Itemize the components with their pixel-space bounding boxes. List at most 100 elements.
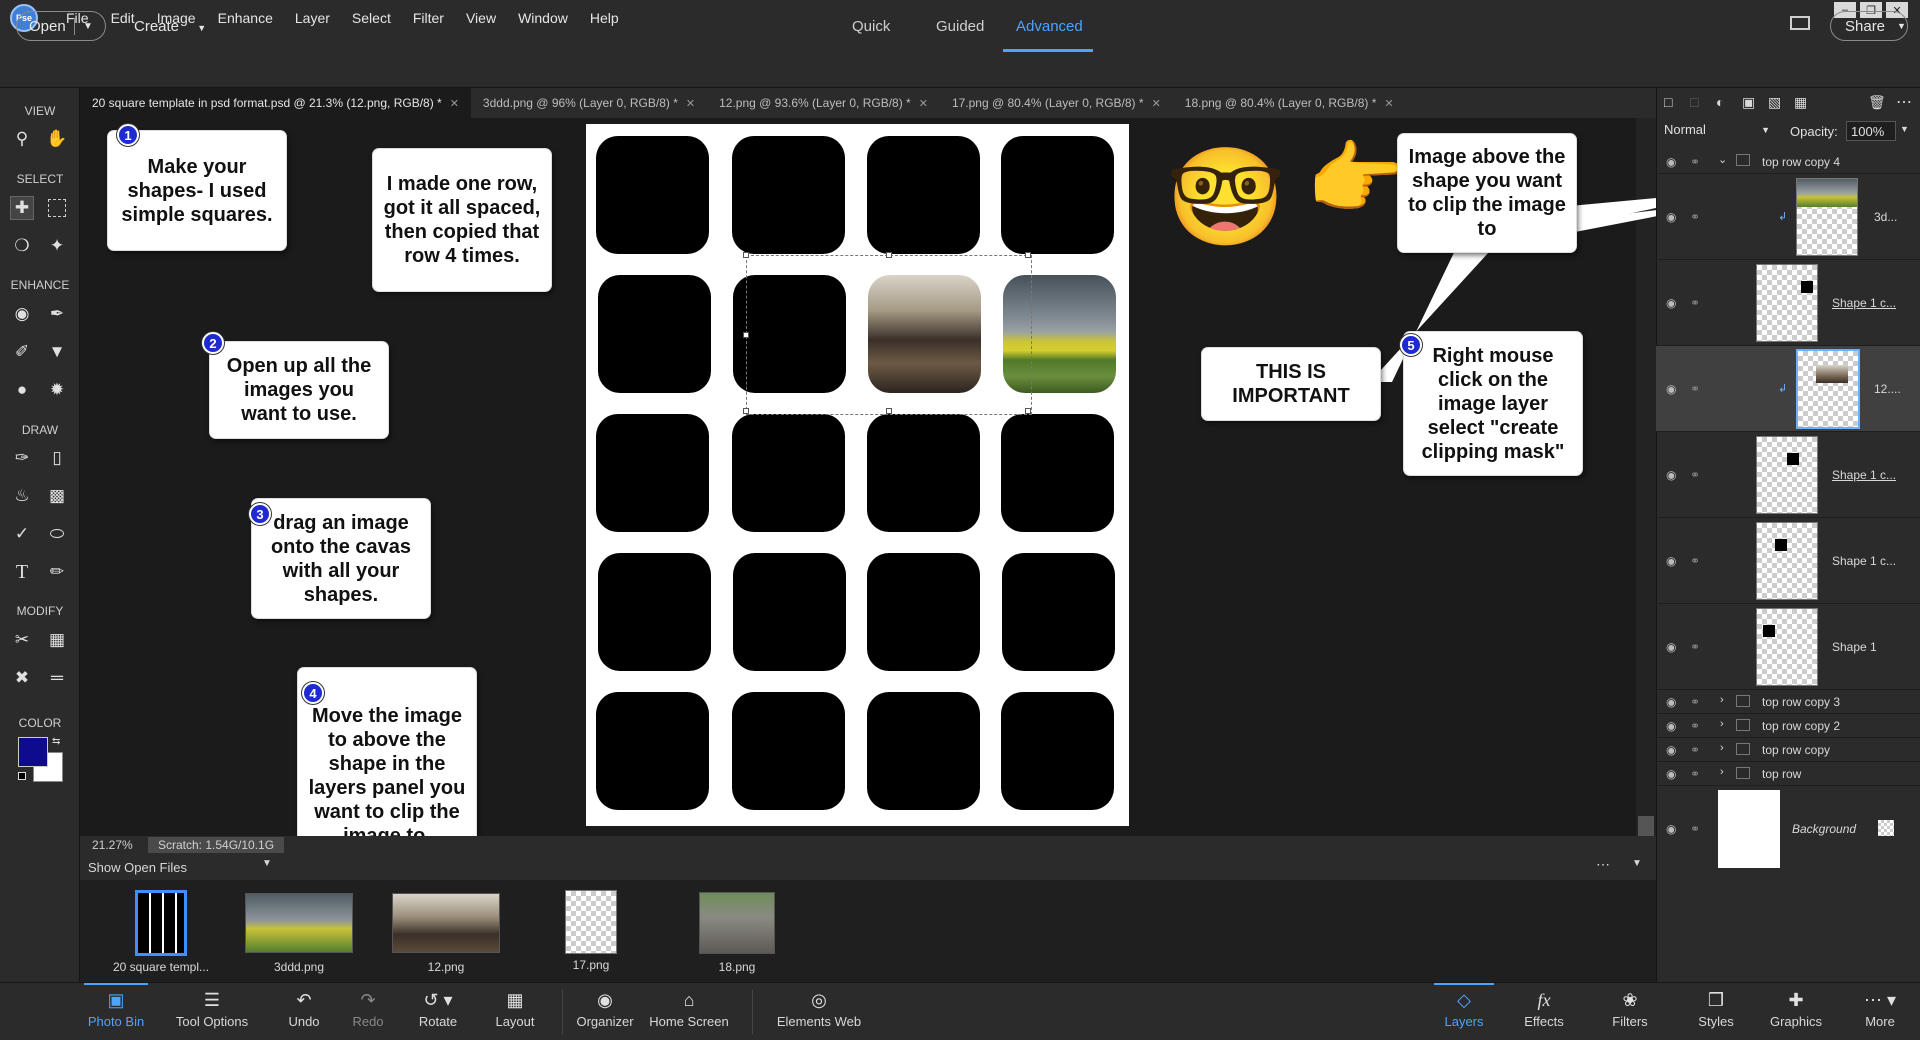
layer-row[interactable]: ◉ ⚭ Shape 1 c...: [1656, 518, 1920, 604]
eye-icon[interactable]: ◉: [1666, 822, 1676, 836]
share-button[interactable]: Share ▼: [1830, 11, 1908, 41]
gradient-tool-icon[interactable]: ▩: [45, 484, 69, 508]
eye-tool-icon[interactable]: ◉: [10, 302, 34, 326]
elements-web-button[interactable]: ◎ Elements Web: [772, 990, 866, 1029]
straighten-tool-icon[interactable]: ═: [45, 666, 69, 690]
marquee-tool-icon[interactable]: [48, 199, 66, 217]
square-shape[interactable]: [867, 136, 980, 254]
more-button[interactable]: ⋯ ▾ More: [1850, 990, 1910, 1029]
undo-button[interactable]: ↶ Undo: [280, 990, 328, 1029]
link-icon[interactable]: ⚭: [1690, 554, 1700, 568]
transform-handle[interactable]: [743, 408, 749, 414]
layer-row[interactable]: ◉ ⚭ Shape 1 c...: [1656, 260, 1920, 346]
scrollbar-thumb[interactable]: [1638, 816, 1654, 836]
trash-icon[interactable]: 🗑: [1868, 94, 1886, 111]
layer-row[interactable]: ◉ ⚭ ↲ 3d...: [1656, 174, 1920, 260]
foreground-color-swatch[interactable]: [18, 737, 48, 767]
square-shape[interactable]: [1001, 414, 1114, 532]
close-icon[interactable]: ✕: [1384, 97, 1393, 110]
eye-icon[interactable]: ◉: [1666, 155, 1676, 169]
chevron-right-icon[interactable]: ›: [1720, 742, 1724, 754]
lock-transparency-icon[interactable]: [1878, 820, 1894, 836]
eye-icon[interactable]: ◉: [1666, 382, 1676, 396]
square-shape[interactable]: [732, 136, 845, 254]
chevron-down-icon[interactable]: ▼: [75, 21, 93, 32]
link-icon[interactable]: ⚭: [1690, 155, 1700, 169]
layer-row-selected[interactable]: ◉ ⚭ ↲ 12....: [1656, 346, 1920, 432]
square-shape[interactable]: [596, 136, 709, 254]
magic-wand-tool-icon[interactable]: ✦: [45, 234, 69, 258]
menu-enhance[interactable]: Enhance: [218, 10, 273, 26]
rotate-button[interactable]: ↺ ▾ Rotate: [408, 990, 468, 1029]
eye-icon[interactable]: ◉: [1666, 468, 1676, 482]
chevron-down-icon[interactable]: ⌄: [1718, 153, 1727, 166]
brush-tool-icon[interactable]: ✑: [10, 446, 34, 470]
eye-icon[interactable]: ◉: [1666, 743, 1676, 757]
link-icon[interactable]: ⚭: [1690, 822, 1700, 836]
mask-icon[interactable]: ▣: [1742, 94, 1755, 111]
lock-all-icon[interactable]: ▦: [1794, 94, 1807, 111]
menu-edit[interactable]: Edit: [111, 10, 135, 26]
link-icon[interactable]: ⚭: [1690, 640, 1700, 654]
square-shape[interactable]: [733, 553, 846, 671]
transform-handle[interactable]: [743, 252, 749, 258]
transform-bounding-box[interactable]: [743, 252, 1032, 415]
open-button[interactable]: Open ▼: [16, 11, 106, 41]
square-shape[interactable]: [1002, 553, 1115, 671]
layers-button[interactable]: ◇ Layers: [1434, 990, 1494, 1029]
home-screen-button[interactable]: ⌂ Home Screen: [648, 990, 730, 1029]
doc-tab[interactable]: 12.png @ 93.6% (Layer 0, RGB/8) * ✕: [707, 88, 940, 118]
new-layer-icon[interactable]: □: [1664, 94, 1672, 110]
move-tool-icon[interactable]: ✚: [10, 196, 34, 220]
doc-tab[interactable]: 18.png @ 80.4% (Layer 0, RGB/8) * ✕: [1173, 88, 1406, 118]
create-button[interactable]: Create ▼: [134, 18, 206, 35]
lasso-tool-icon[interactable]: ❍: [10, 234, 34, 258]
chevron-right-icon[interactable]: ›: [1720, 694, 1724, 706]
blur-tool-icon[interactable]: ●: [10, 378, 34, 402]
adjustment-layer-icon[interactable]: ◐: [1716, 94, 1724, 110]
eye-icon[interactable]: ◉: [1666, 554, 1676, 568]
eye-icon[interactable]: ◉: [1666, 210, 1676, 224]
doc-tab[interactable]: 17.png @ 80.4% (Layer 0, RGB/8) * ✕: [940, 88, 1173, 118]
bin-thumbnail[interactable]: 20 square templ...: [96, 890, 226, 974]
doc-tab[interactable]: 20 square template in psd format.psd @ 2…: [80, 88, 471, 118]
styles-button[interactable]: ❒ Styles: [1686, 990, 1746, 1029]
eyedropper-tool-icon[interactable]: ✓: [10, 522, 34, 546]
square-shape[interactable]: [1001, 692, 1114, 810]
document-canvas[interactable]: [586, 124, 1129, 826]
clone-stamp-tool-icon[interactable]: ▼: [45, 340, 69, 364]
square-shape[interactable]: [598, 553, 711, 671]
smart-brush-tool-icon[interactable]: ✐: [10, 340, 34, 364]
chevron-right-icon[interactable]: ›: [1720, 718, 1724, 730]
chevron-down-icon[interactable]: ▼: [1900, 124, 1909, 134]
link-icon[interactable]: ⚭: [1690, 296, 1700, 310]
tool-options-button[interactable]: ☰ Tool Options: [170, 990, 254, 1029]
eye-icon[interactable]: ◉: [1666, 767, 1676, 781]
crop-tool-icon[interactable]: ✂: [10, 628, 34, 652]
transform-handle[interactable]: [1025, 408, 1031, 414]
lock-icon[interactable]: ▧: [1768, 94, 1781, 111]
square-shape[interactable]: [732, 692, 845, 810]
effects-button[interactable]: fx Effects: [1514, 990, 1574, 1029]
redo-button[interactable]: ↷ Redo: [344, 990, 392, 1029]
menu-layer[interactable]: Layer: [295, 10, 330, 26]
link-icon[interactable]: ⚭: [1690, 743, 1700, 757]
link-icon[interactable]: ⚭: [1690, 468, 1700, 482]
menu-help[interactable]: Help: [590, 10, 619, 26]
layer-row[interactable]: ◉ ⚭ Shape 1: [1656, 604, 1920, 690]
square-shape[interactable]: [596, 414, 709, 532]
opacity-input[interactable]: 100%: [1846, 121, 1896, 141]
bin-thumbnail[interactable]: 17.png: [528, 890, 654, 972]
eye-icon[interactable]: ◉: [1666, 719, 1676, 733]
type-tool-icon[interactable]: T: [10, 560, 34, 584]
organizer-button[interactable]: ◉ Organizer: [572, 990, 638, 1029]
menu-window[interactable]: Window: [518, 10, 568, 26]
doc-tab[interactable]: 3ddd.png @ 96% (Layer 0, RGB/8) * ✕: [471, 88, 707, 118]
layer-row-group[interactable]: ◉ ⚭ › top row: [1656, 762, 1920, 786]
square-shape[interactable]: [867, 692, 980, 810]
bin-thumbnail[interactable]: 12.png: [383, 890, 509, 974]
layer-row-group[interactable]: ◉ ⚭ ⌄ top row copy 4: [1656, 150, 1920, 174]
graphics-button[interactable]: ✚ Graphics: [1764, 990, 1828, 1029]
square-shape[interactable]: [1001, 136, 1114, 254]
spot-healing-tool-icon[interactable]: ✒: [45, 302, 69, 326]
